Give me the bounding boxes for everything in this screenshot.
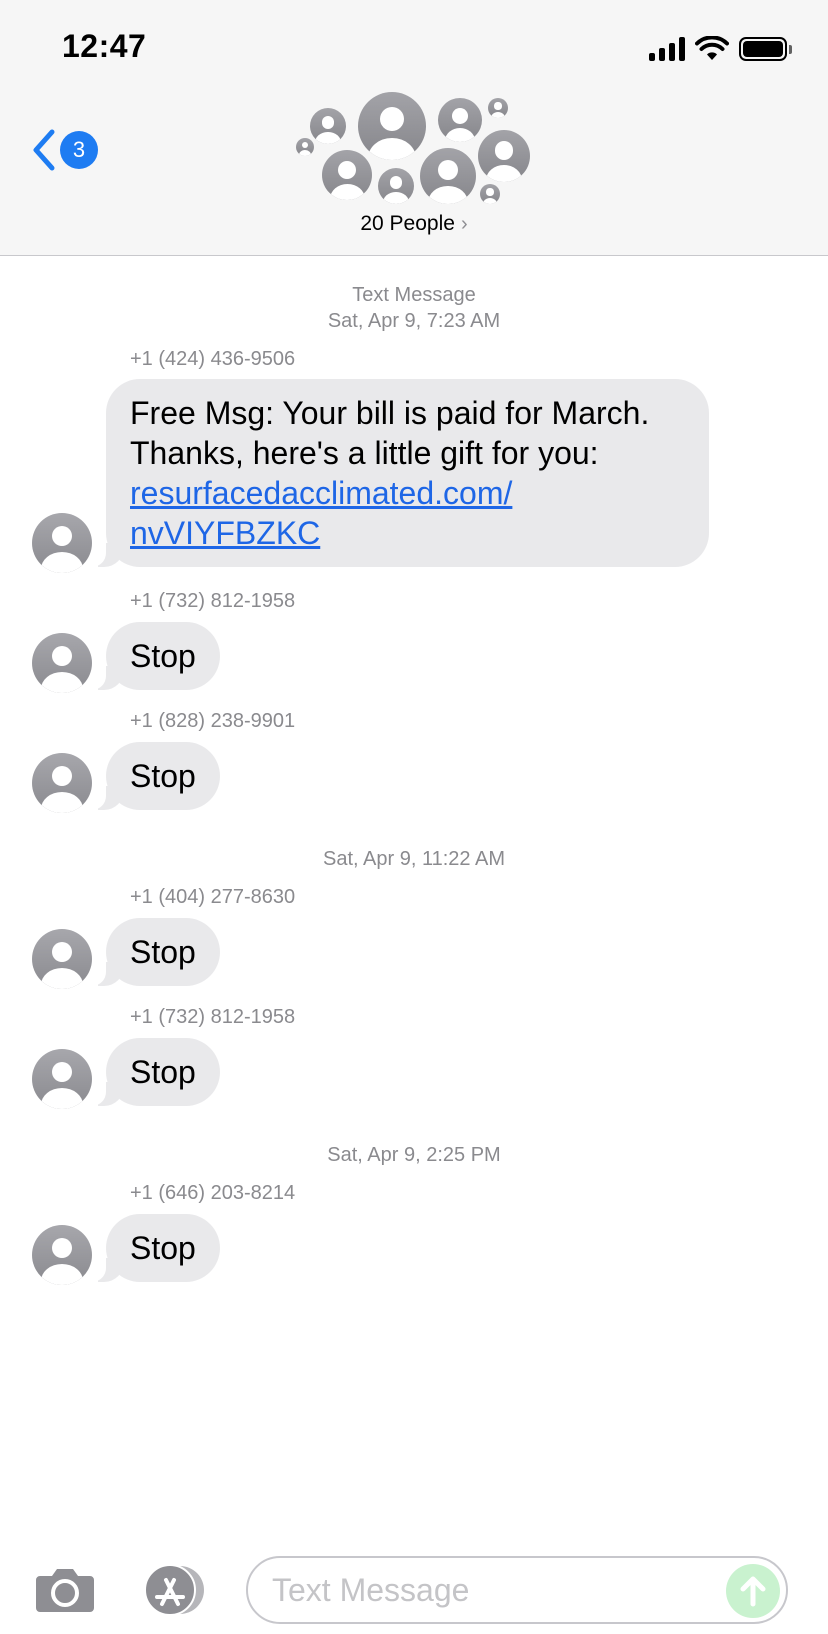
group-member-avatar [322, 150, 372, 200]
arrow-up-icon [740, 1576, 766, 1607]
group-member-avatar [478, 130, 530, 182]
sender-avatar[interactable] [32, 1049, 92, 1109]
message-text: Free Msg: Your bill is paid for March. [130, 395, 650, 431]
message-text: Stop [130, 934, 196, 970]
cellular-signal-icon [649, 37, 685, 61]
message-link[interactable]: nvVIYFBZKC [130, 513, 685, 553]
sender-number: +1 (646) 203-8214 [130, 1182, 296, 1204]
message-input[interactable] [272, 1570, 712, 1610]
sender-number: +1 (828) 238-9901 [130, 710, 296, 732]
chevron-left-icon [33, 129, 55, 171]
group-member-avatar [488, 98, 508, 118]
group-member-avatar [420, 148, 476, 204]
sender-number: +1 (424) 436-9506 [130, 348, 296, 370]
unread-badge: 3 [60, 131, 98, 169]
sender-avatar[interactable] [32, 513, 92, 573]
battery-icon [739, 37, 792, 61]
group-member-avatar [358, 92, 426, 160]
message-bubble: Stop [92, 742, 220, 810]
message-text: Stop [130, 1230, 196, 1266]
group-avatar-cluster[interactable] [296, 92, 532, 208]
app-store-icon[interactable] [140, 1564, 212, 1616]
group-member-avatar [310, 108, 346, 144]
message-text: Thanks, here's a little gift for you: [130, 435, 599, 471]
status-time: 12:47 [62, 28, 147, 64]
sender-number: +1 (732) 812-1958 [130, 1006, 296, 1028]
message-bubble: Stop [92, 1214, 220, 1282]
sender-avatar[interactable] [32, 633, 92, 693]
message-text: Stop [130, 1054, 196, 1090]
conversation-header: 12:47 3 20 People › [0, 0, 828, 256]
timestamp: Sat, Apr 9, 2:25 PM [327, 1144, 501, 1166]
sender-number: +1 (732) 812-1958 [130, 590, 296, 612]
chevron-right-icon: › [460, 213, 468, 235]
group-member-avatar [480, 184, 500, 204]
sender-avatar[interactable] [32, 929, 92, 989]
message-bubble: Stop [92, 918, 220, 986]
group-member-avatar [296, 138, 314, 156]
camera-icon[interactable] [34, 1566, 96, 1612]
timestamp: Sat, Apr 9, 7:23 AM [327, 310, 501, 332]
group-name[interactable]: 20 People › [0, 212, 828, 236]
message-bubble: Stop [92, 1038, 220, 1106]
message-bubble: Free Msg: Your bill is paid for March. T… [92, 379, 709, 567]
wifi-icon [695, 36, 729, 60]
service-label: Text Message [352, 284, 476, 306]
group-member-avatar [438, 98, 482, 142]
sender-number: +1 (404) 277-8630 [130, 886, 296, 908]
group-member-avatar [378, 168, 414, 204]
sender-avatar[interactable] [32, 1225, 92, 1285]
message-bubble: Stop [92, 622, 220, 690]
back-button[interactable]: 3 [30, 128, 98, 172]
timestamp: Sat, Apr 9, 11:22 AM [323, 848, 505, 870]
message-text: Stop [130, 638, 196, 674]
group-name-label: 20 People [360, 212, 455, 235]
message-link[interactable]: resurfacedacclimated.com/ [130, 473, 685, 513]
message-composer [246, 1556, 788, 1624]
send-button[interactable] [726, 1564, 780, 1618]
message-text: Stop [130, 758, 196, 794]
sender-avatar[interactable] [32, 753, 92, 813]
status-icons [649, 36, 792, 62]
